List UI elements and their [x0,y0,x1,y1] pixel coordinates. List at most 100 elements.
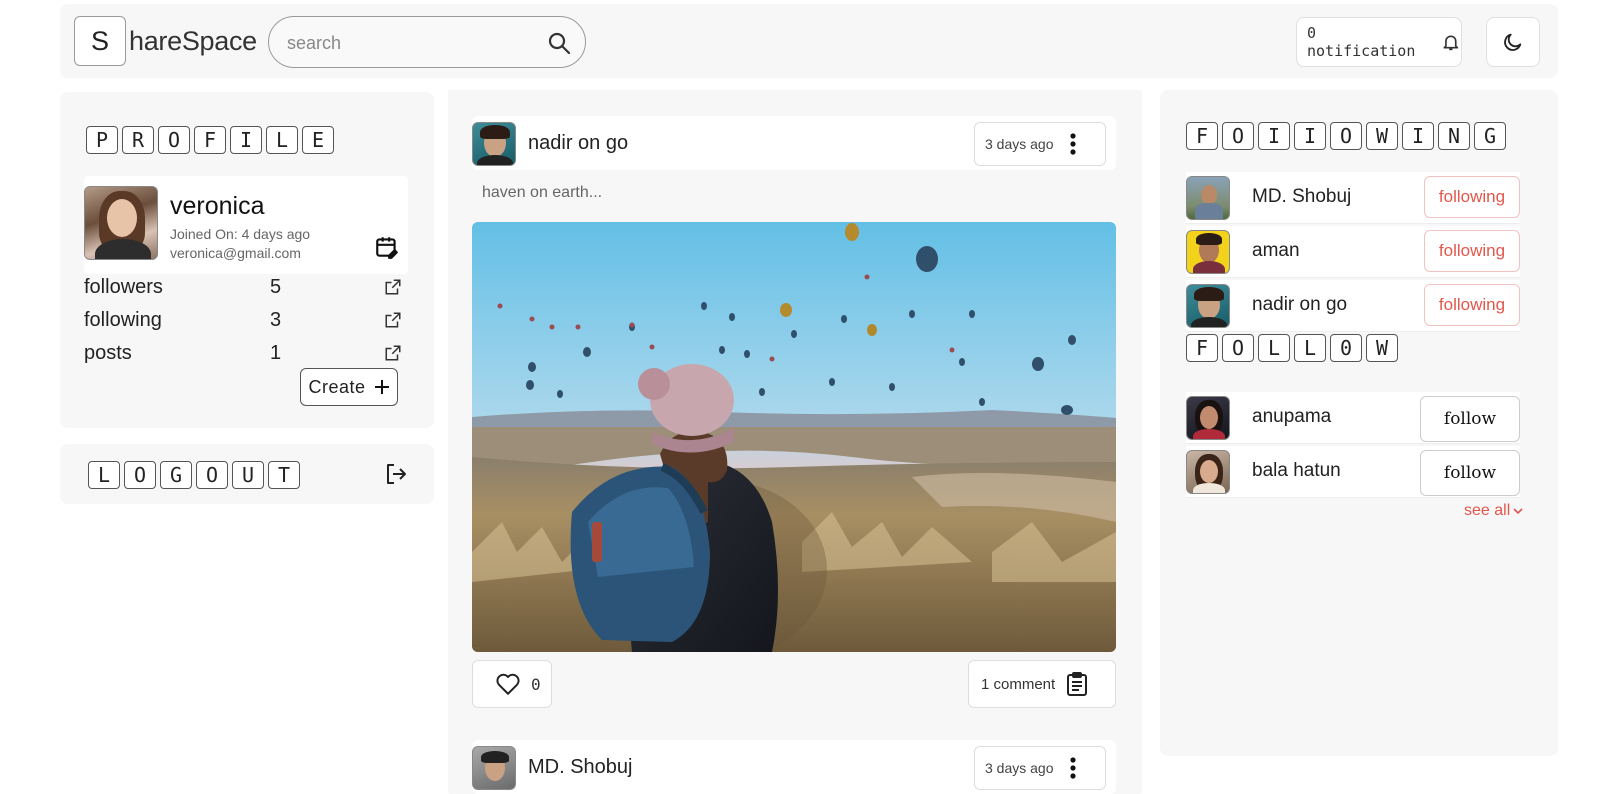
following-item: MD. Shobuj following [1186,172,1520,224]
like-count: 0 [531,674,541,694]
clipboard-icon [1067,672,1088,696]
post-author[interactable]: MD. Shobuj [528,756,633,779]
heading-letter: I [1258,122,1290,150]
search-bar [268,16,586,68]
comment-button[interactable]: 1 comment [968,660,1116,708]
profile-name: veronica [170,192,265,220]
stat-label: posts [84,342,132,364]
following-item: aman following [1186,226,1520,278]
calendar-edit-icon[interactable] [374,234,400,260]
heading-letter: G [1474,122,1506,150]
logout-label[interactable]: L O G O U T [88,461,300,489]
comment-count: 1 comment [981,675,1056,693]
follow-heading: F O L L 0 W [1186,334,1398,362]
stat-label: followers [84,276,163,298]
dark-mode-toggle[interactable] [1486,17,1540,67]
profile-heading: P R O F I L E [86,126,334,154]
post-time: 3 days ago [985,760,1054,776]
heading-letter: I [1294,122,1326,150]
stat-value: 1 [270,342,282,364]
logout-icon[interactable] [384,462,408,486]
see-all-label: see all [1464,502,1511,519]
suggestion-name[interactable]: bala hatun [1252,460,1341,482]
following-name[interactable]: MD. Shobuj [1252,186,1351,208]
avatar[interactable] [1186,230,1230,274]
right-sidebar: F O I I O W I N G MD. Shobuj following a… [1160,90,1558,756]
logout-letter: O [196,461,228,489]
stat-label: following [84,309,162,331]
profile-email: veronica@gmail.com [170,245,301,261]
suggestion-item: bala hatun follow [1186,446,1520,498]
plus-icon [374,380,389,394]
heading-letter: F [1186,122,1218,150]
logout-letter: L [88,461,120,489]
notification-button[interactable]: 0 notification [1296,17,1462,67]
logout-panel[interactable]: L O G O U T [60,444,434,504]
following-name[interactable]: nadir on go [1252,294,1347,316]
logout-letter: U [232,461,264,489]
notification-label: 0 notification [1307,24,1416,60]
joined-date: Joined On: 4 days ago [170,226,311,242]
stat-posts[interactable]: posts 1 [84,342,408,368]
following-button[interactable]: following [1424,176,1520,218]
search-input[interactable] [287,29,527,57]
external-link-icon[interactable] [384,344,402,362]
heading-letter: 0 [1330,334,1362,362]
profile-card: veronica Joined On: 4 days ago veronica@… [84,176,408,274]
post-time: 3 days ago [985,136,1054,152]
follow-button[interactable]: follow [1420,396,1520,442]
logo-text[interactable]: hareSpace [129,26,257,57]
logo-letter-box[interactable]: S [74,16,126,66]
heading-letter: O [1222,334,1254,362]
avatar[interactable] [84,186,158,260]
following-button[interactable]: following [1424,230,1520,272]
stat-followers[interactable]: followers 5 [84,276,408,302]
heading-letter: E [302,126,334,154]
chevron-down-icon [1513,508,1523,515]
suggestion-name[interactable]: anupama [1252,406,1331,428]
heading-letter: R [122,126,154,154]
heading-letter: W [1366,122,1398,150]
avatar[interactable] [1186,450,1230,494]
avatar[interactable] [1186,176,1230,220]
avatar[interactable] [472,122,516,166]
post-header: nadir on go 3 days ago [472,116,1116,170]
avatar[interactable] [1186,396,1230,440]
heading-letter: P [86,126,118,154]
avatar[interactable] [1186,284,1230,328]
see-all-link[interactable]: see all [1464,502,1523,520]
heading-letter: I [1402,122,1434,150]
heading-letter: F [1186,334,1218,362]
heading-letter: W [1366,334,1398,362]
following-heading: F O I I O W I N G [1186,122,1506,150]
external-link-icon[interactable] [384,278,402,296]
post-options-button[interactable]: 3 days ago [974,746,1106,790]
heading-letter: O [158,126,190,154]
avatar[interactable] [472,746,516,790]
following-item: nadir on go following [1186,280,1520,332]
create-post-button[interactable]: Create [300,368,398,406]
top-header: S hareSpace 0 notification [60,4,1558,78]
logout-letter: T [268,461,300,489]
stat-value: 5 [270,276,282,298]
post-author[interactable]: nadir on go [528,132,628,155]
heading-letter: I [230,126,262,154]
suggestion-item: anupama follow [1186,392,1520,444]
search-icon[interactable] [547,31,571,55]
post-image[interactable] [472,222,1116,652]
heading-letter: L [266,126,298,154]
moon-icon [1504,33,1522,51]
heading-letter: N [1438,122,1470,150]
following-name[interactable]: aman [1252,240,1300,262]
following-button[interactable]: following [1424,284,1520,326]
post-options-button[interactable]: 3 days ago [974,122,1106,166]
more-vertical-icon [1069,757,1076,779]
external-link-icon[interactable] [384,311,402,329]
heart-icon [496,673,520,695]
heading-letter: O [1222,122,1254,150]
stat-following[interactable]: following 3 [84,309,408,335]
bell-icon [1443,35,1459,51]
heading-letter: F [194,126,226,154]
like-button[interactable]: 0 [472,660,552,708]
follow-button[interactable]: follow [1420,450,1520,496]
